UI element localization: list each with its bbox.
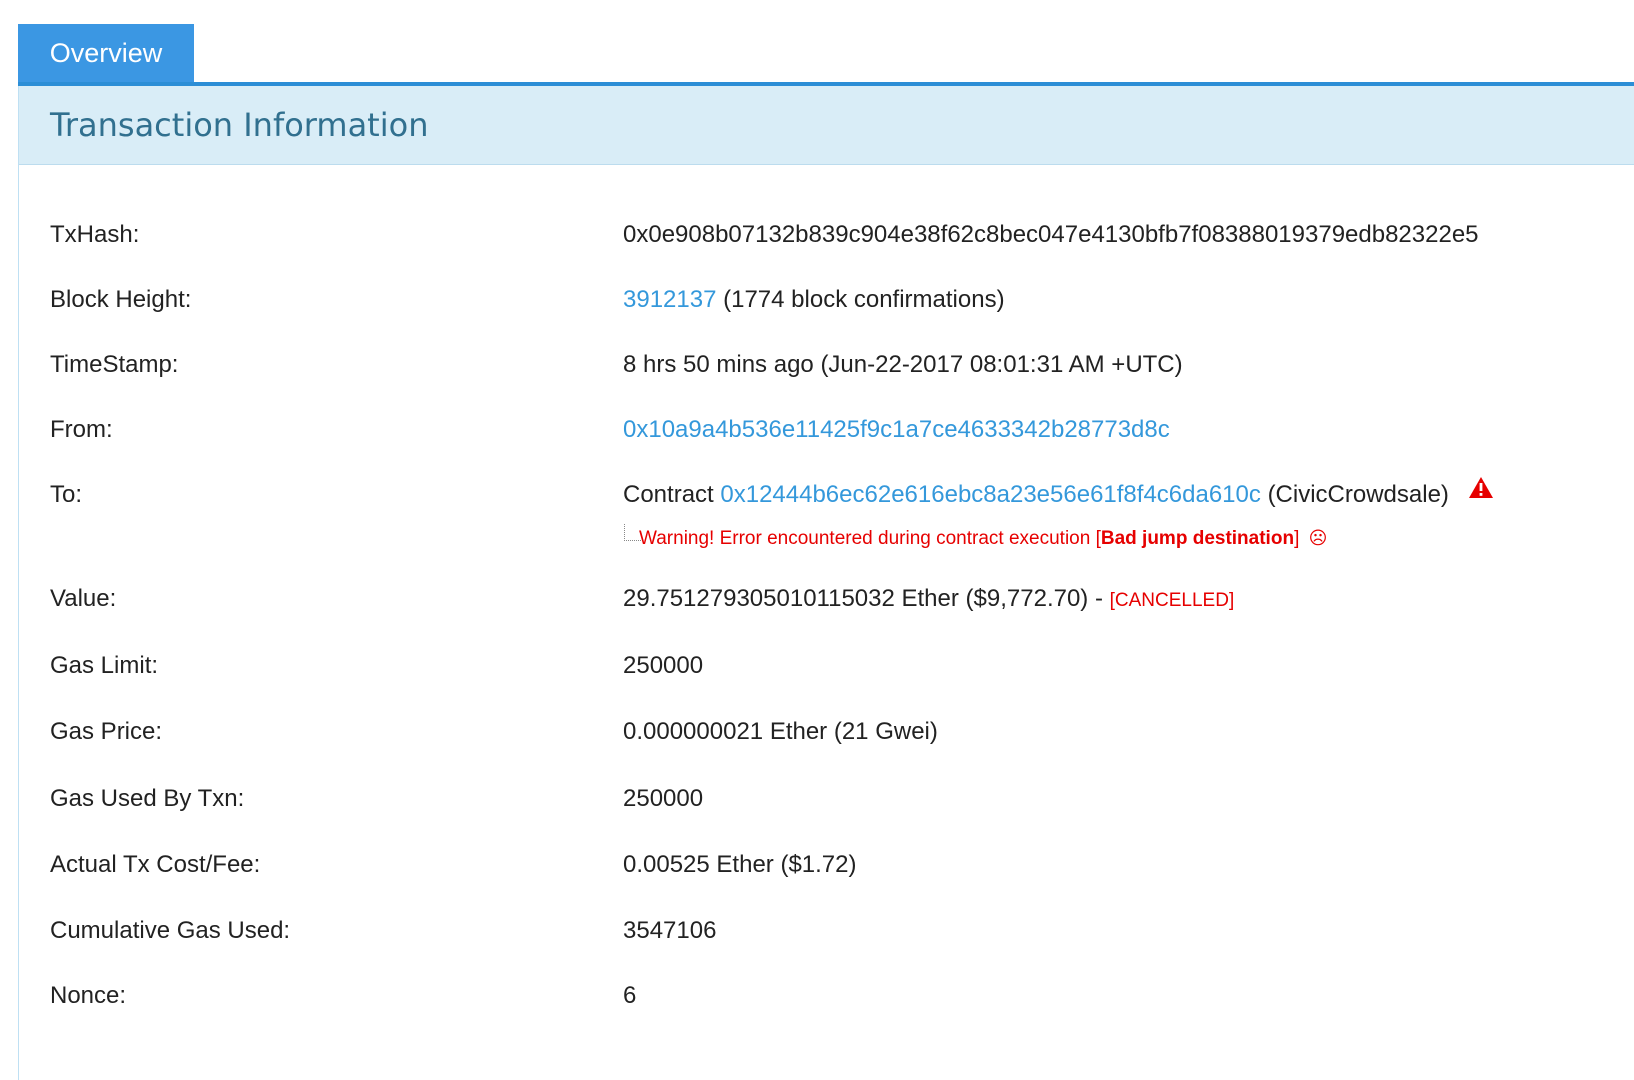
gas-used-label: Gas Used By Txn:	[50, 785, 245, 812]
nonce-label: Nonce:	[50, 982, 127, 1009]
to-value: Contract 0x12444b6ec62e616ebc8a23e56e61f…	[623, 475, 1494, 516]
gas-price-value: 0.000000021 Ether (21 Gwei)	[623, 718, 938, 745]
gas-used-value: 250000	[623, 785, 704, 812]
row-txhash: TxHash: 0x0e908b07132b839c904e38f62c8bec…	[19, 215, 1634, 255]
row-value: Value: 29.751279305010115032 Ether ($9,7…	[19, 579, 1634, 619]
contract-error-warning: Warning! Error encountered during contra…	[639, 520, 1327, 556]
tx-fee-value: 0.00525 Ether ($1.72)	[623, 851, 857, 878]
sad-face-icon: ☹	[1308, 528, 1328, 548]
warning-triangle-icon	[1468, 472, 1494, 512]
warning-close: ]	[1294, 528, 1300, 549]
block-number-link[interactable]: 3912137	[623, 286, 716, 313]
value-amount: 29.751279305010115032 Ether ($9,772.70) …	[623, 585, 1110, 612]
from-value: 0x10a9a4b536e11425f9c1a7ce4633342b28773d…	[623, 410, 1170, 450]
gas-limit-label: Gas Limit:	[50, 652, 159, 679]
txhash-label: TxHash:	[50, 221, 140, 248]
error-reason: Bad jump destination	[1100, 528, 1295, 549]
block-confirmations: (1774 block confirmations)	[723, 286, 1005, 313]
row-nonce: Nonce: 6	[19, 976, 1634, 1016]
cumulative-gas-label: Cumulative Gas Used:	[50, 917, 291, 944]
gas-price-label: Gas Price:	[50, 718, 163, 745]
cumulative-gas-value: 3547106	[623, 917, 717, 944]
row-cumulative-gas: Cumulative Gas Used: 3547106	[19, 911, 1634, 951]
transaction-info-panel: Transaction Information TxHash: 0x0e908b…	[18, 86, 1634, 1080]
row-from: From: 0x10a9a4b536e11425f9c1a7ce4633342b…	[19, 410, 1634, 450]
value-value: 29.751279305010115032 Ether ($9,772.70) …	[623, 579, 1234, 621]
row-to: To: Contract 0x12444b6ec62e616ebc8a23e56…	[19, 475, 1634, 515]
tab-overview[interactable]: Overview	[18, 24, 194, 82]
warning-text: Warning! Error encountered during contra…	[639, 528, 1101, 549]
block-height-value: 3912137 (1774 block confirmations)	[623, 280, 1005, 320]
panel-title: Transaction Information	[50, 106, 429, 144]
row-tx-fee: Actual Tx Cost/Fee: 0.00525 Ether ($1.72…	[19, 845, 1634, 885]
timestamp-value: 8 hrs 50 mins ago (Jun-22-2017 08:01:31 …	[623, 351, 1183, 378]
row-gas-limit: Gas Limit: 250000	[19, 646, 1634, 686]
from-label: From:	[50, 416, 113, 443]
from-address-link[interactable]: 0x10a9a4b536e11425f9c1a7ce4633342b28773d…	[623, 416, 1170, 443]
row-gas-used: Gas Used By Txn: 250000	[19, 779, 1634, 819]
value-label: Value:	[50, 585, 117, 612]
nonce-value: 6	[623, 982, 637, 1009]
panel-heading: Transaction Information	[19, 86, 1634, 165]
txhash-value: 0x0e908b07132b839c904e38f62c8bec047e4130…	[623, 221, 1479, 248]
row-gas-price: Gas Price: 0.000000021 Ether (21 Gwei)	[19, 712, 1634, 752]
to-contract-prefix: Contract	[623, 481, 714, 508]
to-label: To:	[50, 481, 83, 508]
gas-limit-value: 250000	[623, 652, 704, 679]
to-contract-address-link[interactable]: 0x12444b6ec62e616ebc8a23e56e61f8f4c6da61…	[720, 481, 1261, 508]
tab-bar: Overview	[18, 24, 1634, 86]
block-height-label: Block Height:	[50, 286, 192, 313]
tx-fee-label: Actual Tx Cost/Fee:	[50, 851, 261, 878]
to-contract-name: (CivicCrowdsale)	[1267, 481, 1449, 508]
row-block-height: Block Height: 3912137 (1774 block confir…	[19, 280, 1634, 320]
row-timestamp: TimeStamp: 8 hrs 50 mins ago (Jun-22-201…	[19, 345, 1634, 385]
timestamp-label: TimeStamp:	[50, 351, 179, 378]
cancelled-badge: [CANCELLED]	[1109, 590, 1235, 611]
